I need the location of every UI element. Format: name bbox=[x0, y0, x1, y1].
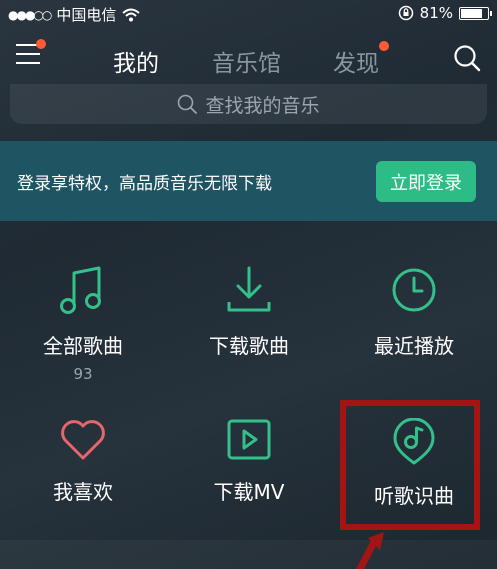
grid-item-downloaded-songs[interactable]: 下载歌曲 bbox=[166, 264, 332, 359]
search-placeholder: 查找我的音乐 bbox=[205, 94, 320, 117]
grid-label: 下载MV bbox=[213, 480, 285, 504]
heart-icon bbox=[61, 420, 105, 460]
grid-label: 我喜欢 bbox=[53, 480, 113, 504]
search-input[interactable]: 查找我的音乐 bbox=[10, 84, 487, 124]
rotation-lock-icon bbox=[398, 5, 413, 21]
top-nav: 我的 音乐馆 发现 bbox=[0, 36, 497, 82]
song-count: 93 bbox=[73, 365, 93, 383]
discover-badge bbox=[379, 41, 389, 51]
clock-icon bbox=[392, 268, 436, 312]
grid-item-downloaded-mv[interactable]: 下载MV bbox=[166, 418, 332, 505]
menu-button[interactable] bbox=[16, 39, 46, 70]
grid-label: 下载歌曲 bbox=[209, 334, 289, 358]
banner-text: 登录享特权，高品质音乐无限下载 bbox=[17, 174, 272, 194]
login-banner: 登录享特权，高品质音乐无限下载 立即登录 bbox=[0, 141, 497, 221]
download-icon bbox=[227, 266, 271, 312]
login-button[interactable]: 立即登录 bbox=[376, 161, 476, 202]
tab-discover[interactable]: 发现 bbox=[333, 41, 389, 78]
video-play-icon bbox=[227, 419, 271, 460]
grid-item-all-songs[interactable]: 全部歌曲 93 bbox=[0, 264, 166, 383]
signal-indicator: ●●●○○ bbox=[8, 7, 52, 22]
music-recognize-icon bbox=[393, 418, 435, 465]
bottom-strip bbox=[0, 540, 497, 569]
battery-percent: 81% bbox=[419, 4, 453, 22]
music-note-icon bbox=[60, 266, 101, 314]
wifi-icon bbox=[122, 8, 141, 21]
feature-grid: 全部歌曲 93 下载歌曲 最近播放 我喜欢 下载MV 听歌识曲 bbox=[0, 240, 497, 540]
search-small-icon bbox=[178, 94, 198, 114]
arrow-icon bbox=[356, 532, 384, 569]
grid-label: 最近播放 bbox=[374, 334, 454, 358]
grid-item-recent-plays[interactable]: 最近播放 bbox=[331, 264, 497, 359]
grid-item-favorites[interactable]: 我喜欢 bbox=[0, 418, 166, 505]
menu-badge bbox=[36, 39, 46, 49]
tab-mine[interactable]: 我的 bbox=[113, 44, 159, 78]
tab-discover-label: 发现 bbox=[333, 51, 379, 77]
grid-item-song-recognition[interactable]: 听歌识曲 bbox=[331, 418, 497, 509]
carrier-name: 中国电信 bbox=[56, 6, 117, 24]
battery-icon bbox=[459, 6, 492, 20]
status-bar: ●●●○○ 中国电信 81% bbox=[0, 0, 497, 28]
grid-label: 听歌识曲 bbox=[374, 484, 454, 508]
tab-music-hall[interactable]: 音乐馆 bbox=[212, 44, 281, 78]
grid-label: 全部歌曲 bbox=[43, 334, 123, 358]
search-icon[interactable] bbox=[453, 44, 481, 72]
